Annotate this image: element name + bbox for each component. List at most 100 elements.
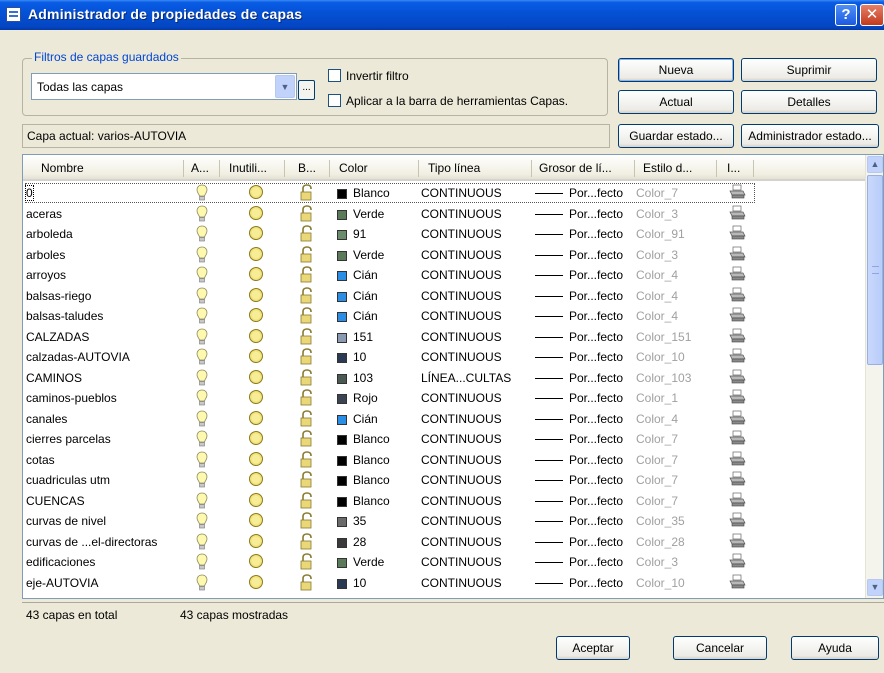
layer-row[interactable]: CALZADAS 151 CONTINUOUS Por...fecto Color_15… xyxy=(23,327,865,348)
layer-plot-style[interactable]: Color_7 xyxy=(636,453,678,467)
layer-lineweight[interactable]: Por...fecto xyxy=(569,186,623,200)
layer-lineweight[interactable]: Por...fecto xyxy=(569,514,623,528)
printer-icon[interactable] xyxy=(729,328,746,344)
layer-thaw-icon[interactable] xyxy=(248,369,264,385)
title-bar[interactable]: Administrador de propiedades de capas ? … xyxy=(0,0,884,30)
layer-plot-style[interactable]: Color_91 xyxy=(636,227,685,241)
layer-row[interactable]: aceras Verde CONTINUOUS Por...fecto Color_3 xyxy=(23,204,865,225)
layer-linetype[interactable]: CONTINUOUS xyxy=(421,207,502,221)
layer-linetype[interactable]: CONTINUOUS xyxy=(421,473,502,487)
scroll-down-icon[interactable]: ▼ xyxy=(867,579,883,596)
layer-thaw-icon[interactable] xyxy=(248,533,264,549)
layer-thaw-icon[interactable] xyxy=(248,492,264,508)
layer-on-icon[interactable] xyxy=(196,492,208,510)
printer-icon[interactable] xyxy=(729,307,746,323)
layer-unlock-icon[interactable] xyxy=(300,532,315,550)
layer-on-icon[interactable] xyxy=(196,471,208,489)
layer-thaw-icon[interactable] xyxy=(248,430,264,446)
layer-on-icon[interactable] xyxy=(196,184,208,202)
layer-on-icon[interactable] xyxy=(196,574,208,592)
layer-unlock-icon[interactable] xyxy=(300,573,315,591)
printer-icon[interactable] xyxy=(729,287,746,303)
layer-color-name[interactable]: 10 xyxy=(353,350,366,364)
layer-unlock-icon[interactable] xyxy=(300,327,315,345)
layer-plot-style[interactable]: Color_151 xyxy=(636,330,691,344)
layer-row[interactable]: curvas de ...el-directoras 28 CONTINUOUS Po… xyxy=(23,532,865,553)
layer-linetype[interactable]: CONTINUOUS xyxy=(421,227,502,241)
layer-on-icon[interactable] xyxy=(196,389,208,407)
layer-lineweight[interactable]: Por...fecto xyxy=(569,350,623,364)
vertical-scrollbar[interactable]: ▲ ▼ xyxy=(865,155,883,598)
layer-linetype[interactable]: CONTINUOUS xyxy=(421,248,502,262)
layer-thaw-icon[interactable] xyxy=(248,307,264,323)
layer-color-name[interactable]: Cián xyxy=(353,268,378,282)
layer-row[interactable]: eje-AUTOVIA 10 CONTINUOUS Por...fecto Color_… xyxy=(23,573,865,594)
layer-thaw-icon[interactable] xyxy=(248,246,264,262)
printer-icon[interactable] xyxy=(729,553,746,569)
set-current-button[interactable]: Actual xyxy=(618,90,734,114)
layer-plot-style[interactable]: Color_28 xyxy=(636,535,685,549)
layer-on-icon[interactable] xyxy=(196,205,208,223)
layer-unlock-icon[interactable] xyxy=(300,245,315,263)
layer-color-name[interactable]: 28 xyxy=(353,535,366,549)
color-swatch[interactable] xyxy=(337,537,347,548)
layer-unlock-icon[interactable] xyxy=(300,266,315,283)
layer-unlock-icon[interactable] xyxy=(300,491,315,509)
layer-plot-style[interactable]: Color_4 xyxy=(636,309,678,323)
printer-icon[interactable] xyxy=(729,389,746,405)
scroll-thumb[interactable] xyxy=(867,175,883,365)
layer-linetype[interactable]: CONTINUOUS xyxy=(421,453,502,467)
column-linetype[interactable]: Tipo línea xyxy=(428,161,480,175)
help-title-button[interactable]: ? xyxy=(835,4,857,26)
layer-row[interactable]: balsas-riego Cián CONTINUOUS Por...fecto Col… xyxy=(23,286,865,307)
color-swatch[interactable] xyxy=(337,517,347,527)
layer-on-icon[interactable] xyxy=(196,451,208,469)
layer-plot-style[interactable]: Color_7 xyxy=(636,432,678,446)
layer-color-name[interactable]: 91 xyxy=(353,227,366,241)
color-swatch[interactable] xyxy=(337,373,347,384)
layer-color-name[interactable]: Rojo xyxy=(353,391,378,405)
layer-unlock-icon[interactable] xyxy=(300,225,315,242)
layer-lineweight[interactable]: Por...fecto xyxy=(569,289,623,303)
layer-color-name[interactable]: 35 xyxy=(353,514,366,528)
layer-row[interactable]: canales Cián CONTINUOUS Por...fecto Color_4 xyxy=(23,409,865,430)
printer-icon[interactable] xyxy=(729,574,746,590)
printer-icon[interactable] xyxy=(729,492,746,508)
layer-lineweight[interactable]: Por...fecto xyxy=(569,473,623,487)
layer-row[interactable]: arboleda 91 CONTINUOUS Por...fecto Color_91 xyxy=(23,224,865,245)
layer-plot-style[interactable]: Color_7 xyxy=(636,494,678,508)
color-swatch[interactable] xyxy=(337,476,347,486)
layer-on-icon[interactable] xyxy=(196,369,208,387)
layer-unlock-icon[interactable] xyxy=(300,409,315,427)
layer-thaw-icon[interactable] xyxy=(248,266,264,282)
layer-linetype[interactable]: CONTINUOUS xyxy=(421,494,502,508)
layer-list[interactable]: Nombre A... Inutili... B... Color Tipo l… xyxy=(22,154,884,599)
layer-row[interactable]: caminos-pueblos Rojo CONTINUOUS Por...fecto… xyxy=(23,388,865,409)
layer-unlock-icon[interactable] xyxy=(300,430,315,447)
layer-linetype[interactable]: CONTINUOUS xyxy=(421,268,502,282)
layer-unlock-icon[interactable] xyxy=(300,471,315,488)
printer-icon[interactable] xyxy=(729,225,746,241)
column-freeze[interactable]: Inutili... xyxy=(229,161,267,175)
layer-linetype[interactable]: CONTINUOUS xyxy=(421,289,502,303)
layer-on-icon[interactable] xyxy=(196,328,208,346)
layer-color-name[interactable]: Cián xyxy=(353,412,378,426)
cancel-button[interactable]: Cancelar xyxy=(673,636,767,660)
layer-thaw-icon[interactable] xyxy=(248,553,264,569)
layer-plot-style[interactable]: Color_35 xyxy=(636,514,685,528)
layer-thaw-icon[interactable] xyxy=(248,328,264,344)
layer-row[interactable]: curvas de nivel 35 CONTINUOUS Por...fecto Co… xyxy=(23,511,865,532)
layer-lineweight[interactable]: Por...fecto xyxy=(569,391,623,405)
layer-unlock-icon[interactable] xyxy=(300,368,315,386)
layer-plot-style[interactable]: Color_3 xyxy=(636,555,678,569)
layer-lineweight[interactable]: Por...fecto xyxy=(569,432,623,446)
layer-row[interactable]: cierres parcelas Blanco CONTINUOUS Por...fe… xyxy=(23,429,865,450)
printer-icon[interactable] xyxy=(729,246,746,262)
layer-on-icon[interactable] xyxy=(196,246,208,264)
layer-on-icon[interactable] xyxy=(196,430,208,448)
layer-linetype[interactable]: CONTINUOUS xyxy=(421,576,502,590)
layer-thaw-icon[interactable] xyxy=(248,348,264,364)
layer-lineweight[interactable]: Por...fecto xyxy=(569,576,623,590)
layer-color-name[interactable]: Blanco xyxy=(353,473,390,487)
layer-plot-style[interactable]: Color_3 xyxy=(636,207,678,221)
